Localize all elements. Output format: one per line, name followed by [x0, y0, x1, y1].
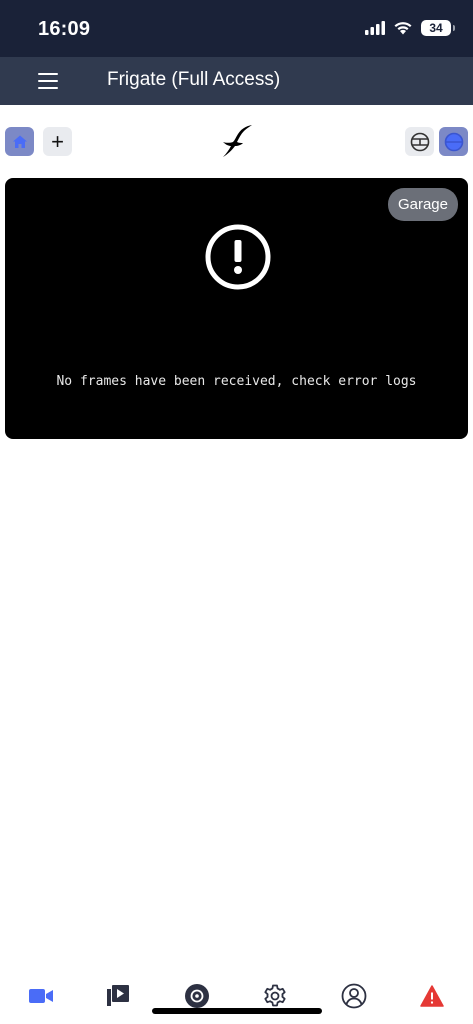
error-icon [205, 224, 271, 295]
nav-recordings[interactable] [183, 982, 211, 1010]
frigate-bird-icon [223, 125, 252, 157]
account-icon [341, 983, 367, 1009]
menu-icon-line [38, 73, 58, 75]
camera-name-badge[interactable]: Garage [387, 188, 458, 221]
bottom-nav [0, 970, 473, 1024]
camera-view[interactable]: Garage No frames have been received, che… [5, 178, 468, 439]
signal-icon [365, 21, 385, 35]
grid-layout-button[interactable] [405, 127, 434, 156]
settings-icon [264, 984, 286, 1007]
nav-alerts[interactable] [418, 982, 446, 1010]
app-bar: Frigate (Full Access) [0, 57, 473, 105]
error-message: No frames have been received, check erro… [56, 374, 417, 389]
home-button[interactable] [5, 127, 34, 156]
menu-button[interactable] [38, 73, 58, 89]
home-indicator [152, 1008, 322, 1014]
status-icons: 34 [365, 20, 455, 36]
single-layout-button[interactable] [439, 127, 468, 156]
nav-review[interactable] [104, 982, 132, 1010]
grid-layout-icon [410, 132, 429, 151]
plus-icon: + [51, 128, 64, 154]
menu-icon-line [38, 80, 58, 82]
nav-settings[interactable] [261, 982, 289, 1010]
recordings-icon [185, 984, 209, 1008]
menu-icon-line [38, 87, 58, 89]
frigate-logo [220, 123, 254, 164]
app-title: Frigate (Full Access) [107, 69, 281, 90]
wifi-icon [394, 22, 412, 35]
nav-account[interactable] [340, 982, 368, 1010]
alert-icon [420, 985, 444, 1007]
nav-live[interactable] [27, 982, 55, 1010]
live-icon [29, 989, 53, 1003]
home-icon [12, 135, 27, 148]
single-layout-icon [444, 132, 463, 151]
status-bar: 16:09 34 [0, 0, 473, 57]
battery-indicator: 34 [421, 20, 455, 36]
toolbar: + [0, 105, 473, 177]
review-icon [107, 985, 129, 1006]
add-group-button[interactable]: + [43, 127, 72, 156]
status-time: 16:09 [38, 18, 91, 40]
